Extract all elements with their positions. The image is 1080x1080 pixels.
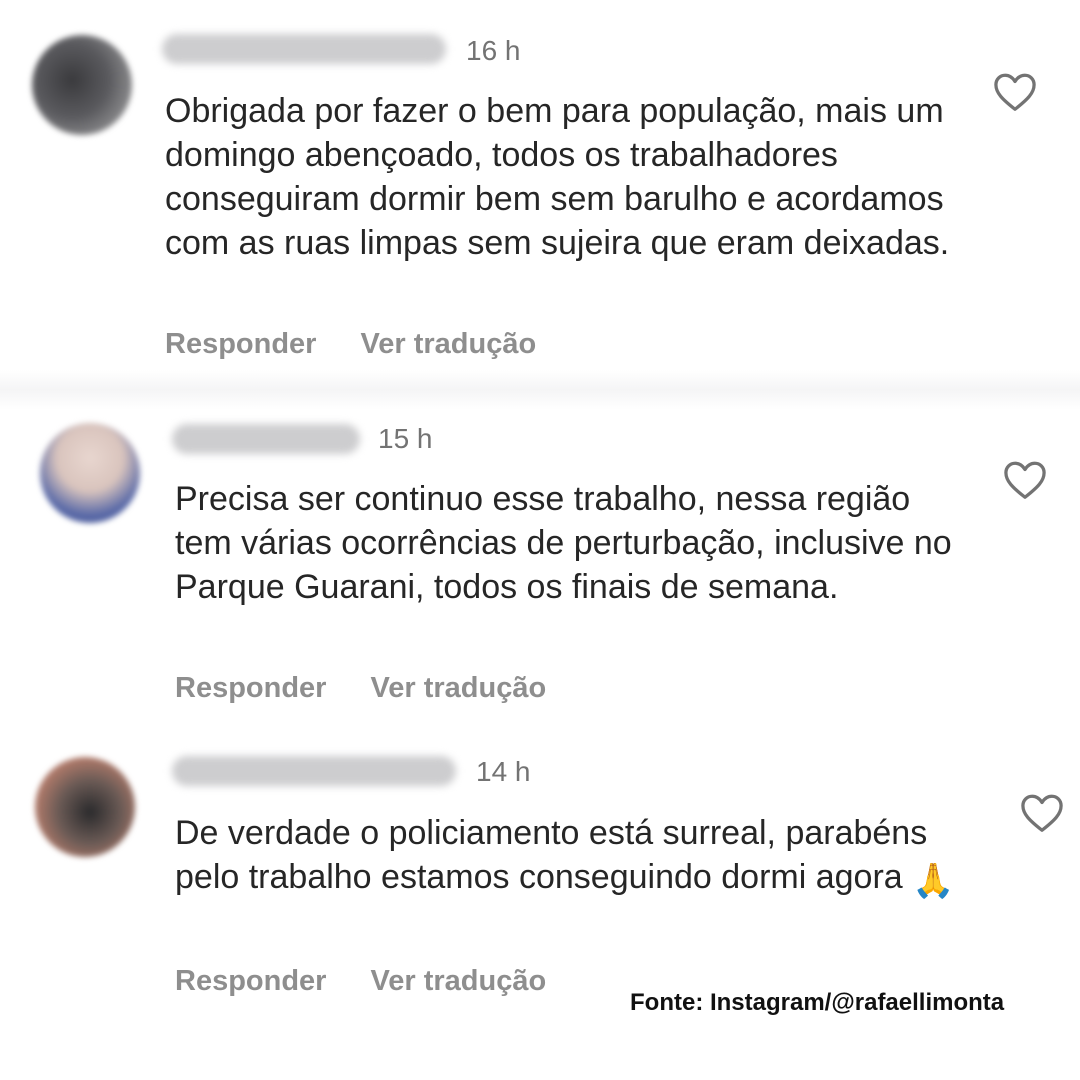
praying-hands-emoji: 🙏 bbox=[912, 862, 955, 900]
comment-actions: Responder Ver tradução bbox=[165, 327, 536, 361]
avatar[interactable] bbox=[40, 423, 140, 523]
username-blurred[interactable] bbox=[172, 756, 456, 786]
see-translation-button[interactable]: Ver tradução bbox=[370, 671, 546, 705]
source-caption: Fonte: Instagram/@rafaellimonta bbox=[630, 989, 1005, 1016]
see-translation-button[interactable]: Ver tradução bbox=[360, 327, 536, 361]
comment-actions: Responder Ver tradução bbox=[175, 964, 546, 998]
comment-time: 16 h bbox=[466, 35, 521, 66]
heart-svg bbox=[1004, 461, 1046, 499]
heart-svg bbox=[1021, 794, 1063, 832]
avatar[interactable] bbox=[32, 35, 132, 135]
username-blurred[interactable] bbox=[172, 424, 360, 454]
username-blurred[interactable] bbox=[162, 34, 446, 64]
comment-text: De verdade o policiamento está surreal, … bbox=[175, 811, 965, 903]
comment-actions: Responder Ver tradução bbox=[175, 671, 546, 705]
comment-text-body: De verdade o policiamento está surreal, … bbox=[175, 814, 928, 896]
heart-outline-icon[interactable] bbox=[1020, 793, 1064, 833]
reply-button[interactable]: Responder bbox=[165, 327, 316, 361]
comment-time: 15 h bbox=[378, 423, 433, 454]
avatar[interactable] bbox=[35, 757, 135, 857]
heart-outline-icon[interactable] bbox=[993, 72, 1037, 112]
comment-time: 14 h bbox=[476, 756, 531, 787]
divider bbox=[0, 370, 1080, 410]
comment-text: Precisa ser continuo esse trabalho, ness… bbox=[175, 480, 952, 606]
heart-svg bbox=[994, 73, 1036, 111]
reply-button[interactable]: Responder bbox=[175, 671, 326, 705]
comments-screenshot: 16 h Obrigada por fazer o bem para popul… bbox=[0, 0, 1080, 1080]
see-translation-button[interactable]: Ver tradução bbox=[370, 964, 546, 998]
heart-outline-icon[interactable] bbox=[1003, 460, 1047, 500]
comment-text: Obrigada por fazer o bem para população,… bbox=[165, 92, 950, 262]
reply-button[interactable]: Responder bbox=[175, 964, 326, 998]
